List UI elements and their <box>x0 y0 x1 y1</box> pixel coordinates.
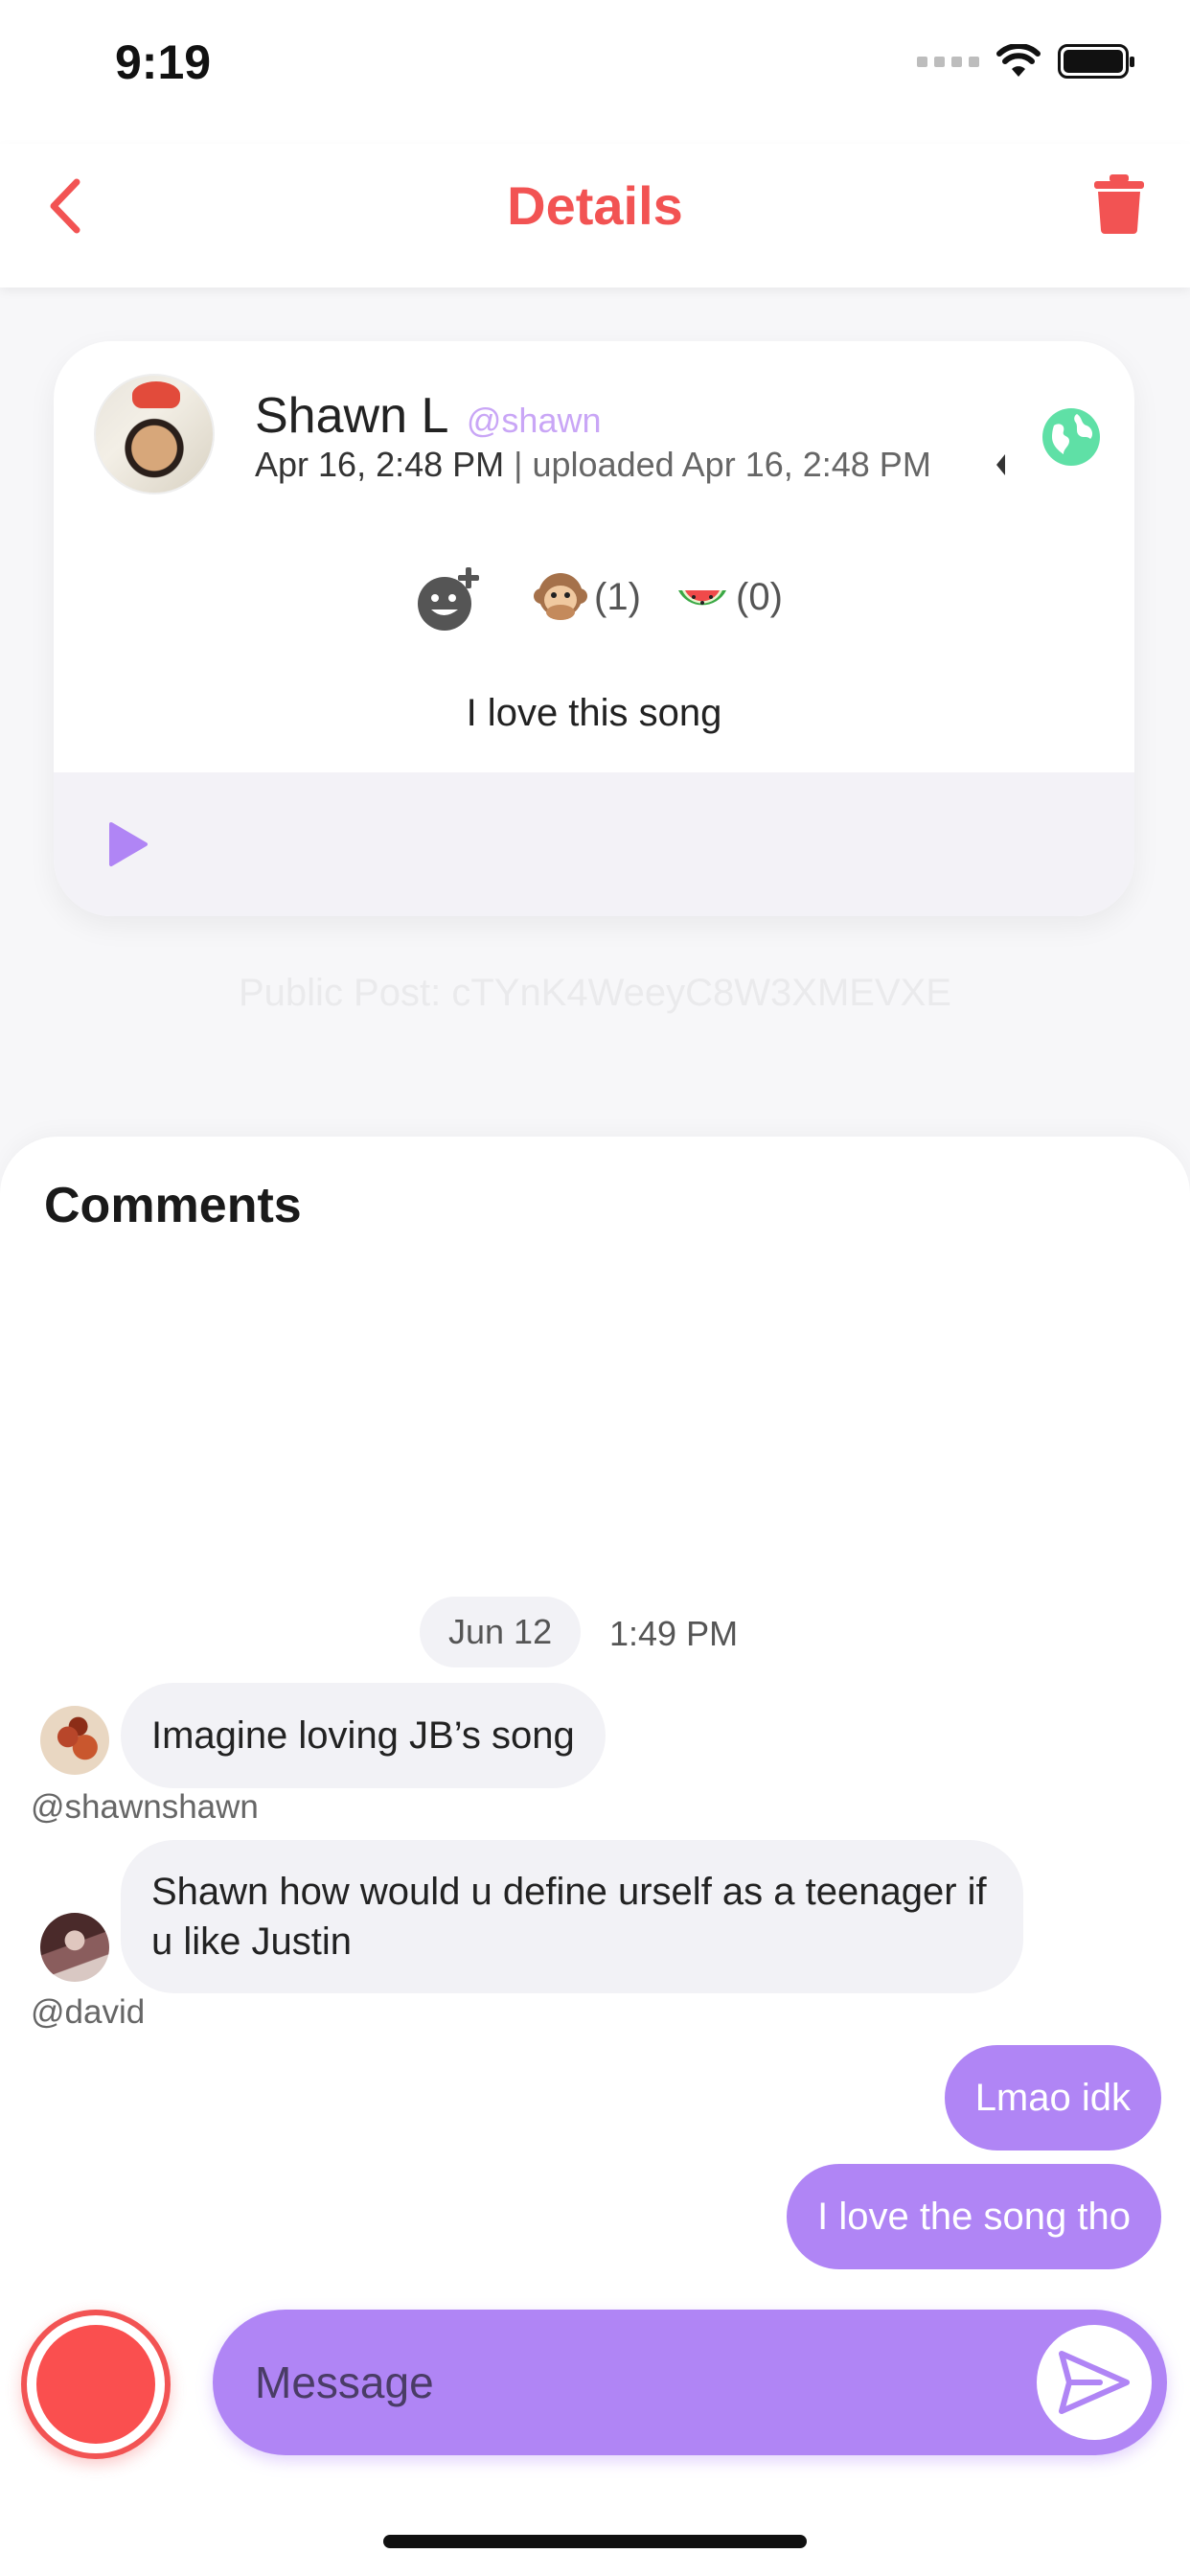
message-composer <box>213 2310 1167 2455</box>
home-indicator <box>383 2535 807 2548</box>
status-icons <box>917 44 1134 79</box>
message-bubble-outgoing[interactable]: Lmao idk <box>944 2045 1161 2150</box>
post-author: Shawn L @shawn <box>255 387 602 445</box>
reaction-count: (0) <box>736 575 783 618</box>
message-handle[interactable]: @shawnshawn <box>31 1788 259 1827</box>
record-icon <box>36 2325 155 2444</box>
wifi-icon <box>996 44 1041 77</box>
audio-player <box>54 772 1134 916</box>
battery-icon <box>1058 44 1134 79</box>
author-name: Shawn L <box>255 388 447 444</box>
reactions-row: (1) (0) <box>54 562 1134 638</box>
avatar[interactable] <box>94 374 215 494</box>
cellular-signal-icon <box>917 56 979 67</box>
send-button[interactable] <box>1037 2325 1152 2440</box>
page-title: Details <box>507 175 683 236</box>
message-input[interactable] <box>255 2352 983 2413</box>
reaction-count: (1) <box>594 575 641 618</box>
message-time: 1:49 PM <box>609 1614 739 1653</box>
send-icon <box>1059 2351 1130 2414</box>
avatar[interactable] <box>40 1913 109 1982</box>
play-icon[interactable] <box>107 820 149 868</box>
author-handle[interactable]: @shawn <box>467 401 602 440</box>
watermelon-emoji-icon <box>678 590 726 606</box>
post-text: I love this song <box>466 692 722 734</box>
message-handle[interactable]: @david <box>31 1993 145 2032</box>
message-bubble-outgoing[interactable]: I love the song tho <box>787 2164 1161 2269</box>
caret-left-icon <box>996 454 1005 475</box>
record-button[interactable] <box>21 2310 171 2459</box>
comments-title: Comments <box>44 1178 302 1233</box>
nav-bar: Details <box>0 144 1190 288</box>
status-time: 9:19 <box>115 35 212 89</box>
reaction-monkey[interactable]: (1) <box>533 569 641 625</box>
reaction-watermelon[interactable]: (0) <box>675 569 783 625</box>
globe-icon <box>1042 408 1100 466</box>
post-card: Shawn L @shawn Apr 16, 2:48 PM | uploade… <box>54 341 1134 916</box>
message-bubble-incoming[interactable]: Shawn how would u define urself as a tee… <box>121 1840 1023 1993</box>
avatar[interactable] <box>40 1706 109 1775</box>
message-bubble-incoming[interactable]: Imagine loving JB’s song <box>121 1683 606 1788</box>
post-id-label: Public Post: cTYnK4WeeyC8W3XMEVXE <box>239 972 951 1014</box>
meta-separator: | <box>504 445 533 484</box>
date-pill: Jun 12 <box>420 1597 582 1668</box>
status-bar: 9:19 <box>0 0 1190 144</box>
upload-date: uploaded Apr 16, 2:48 PM <box>532 445 931 484</box>
monkey-emoji-icon <box>534 573 587 620</box>
post-date: Apr 16, 2:48 PM <box>255 445 505 484</box>
trash-icon[interactable] <box>1094 174 1144 234</box>
add-reaction-icon[interactable] <box>414 565 483 634</box>
post-meta: Apr 16, 2:48 PM | uploaded Apr 16, 2:48 … <box>255 445 931 485</box>
